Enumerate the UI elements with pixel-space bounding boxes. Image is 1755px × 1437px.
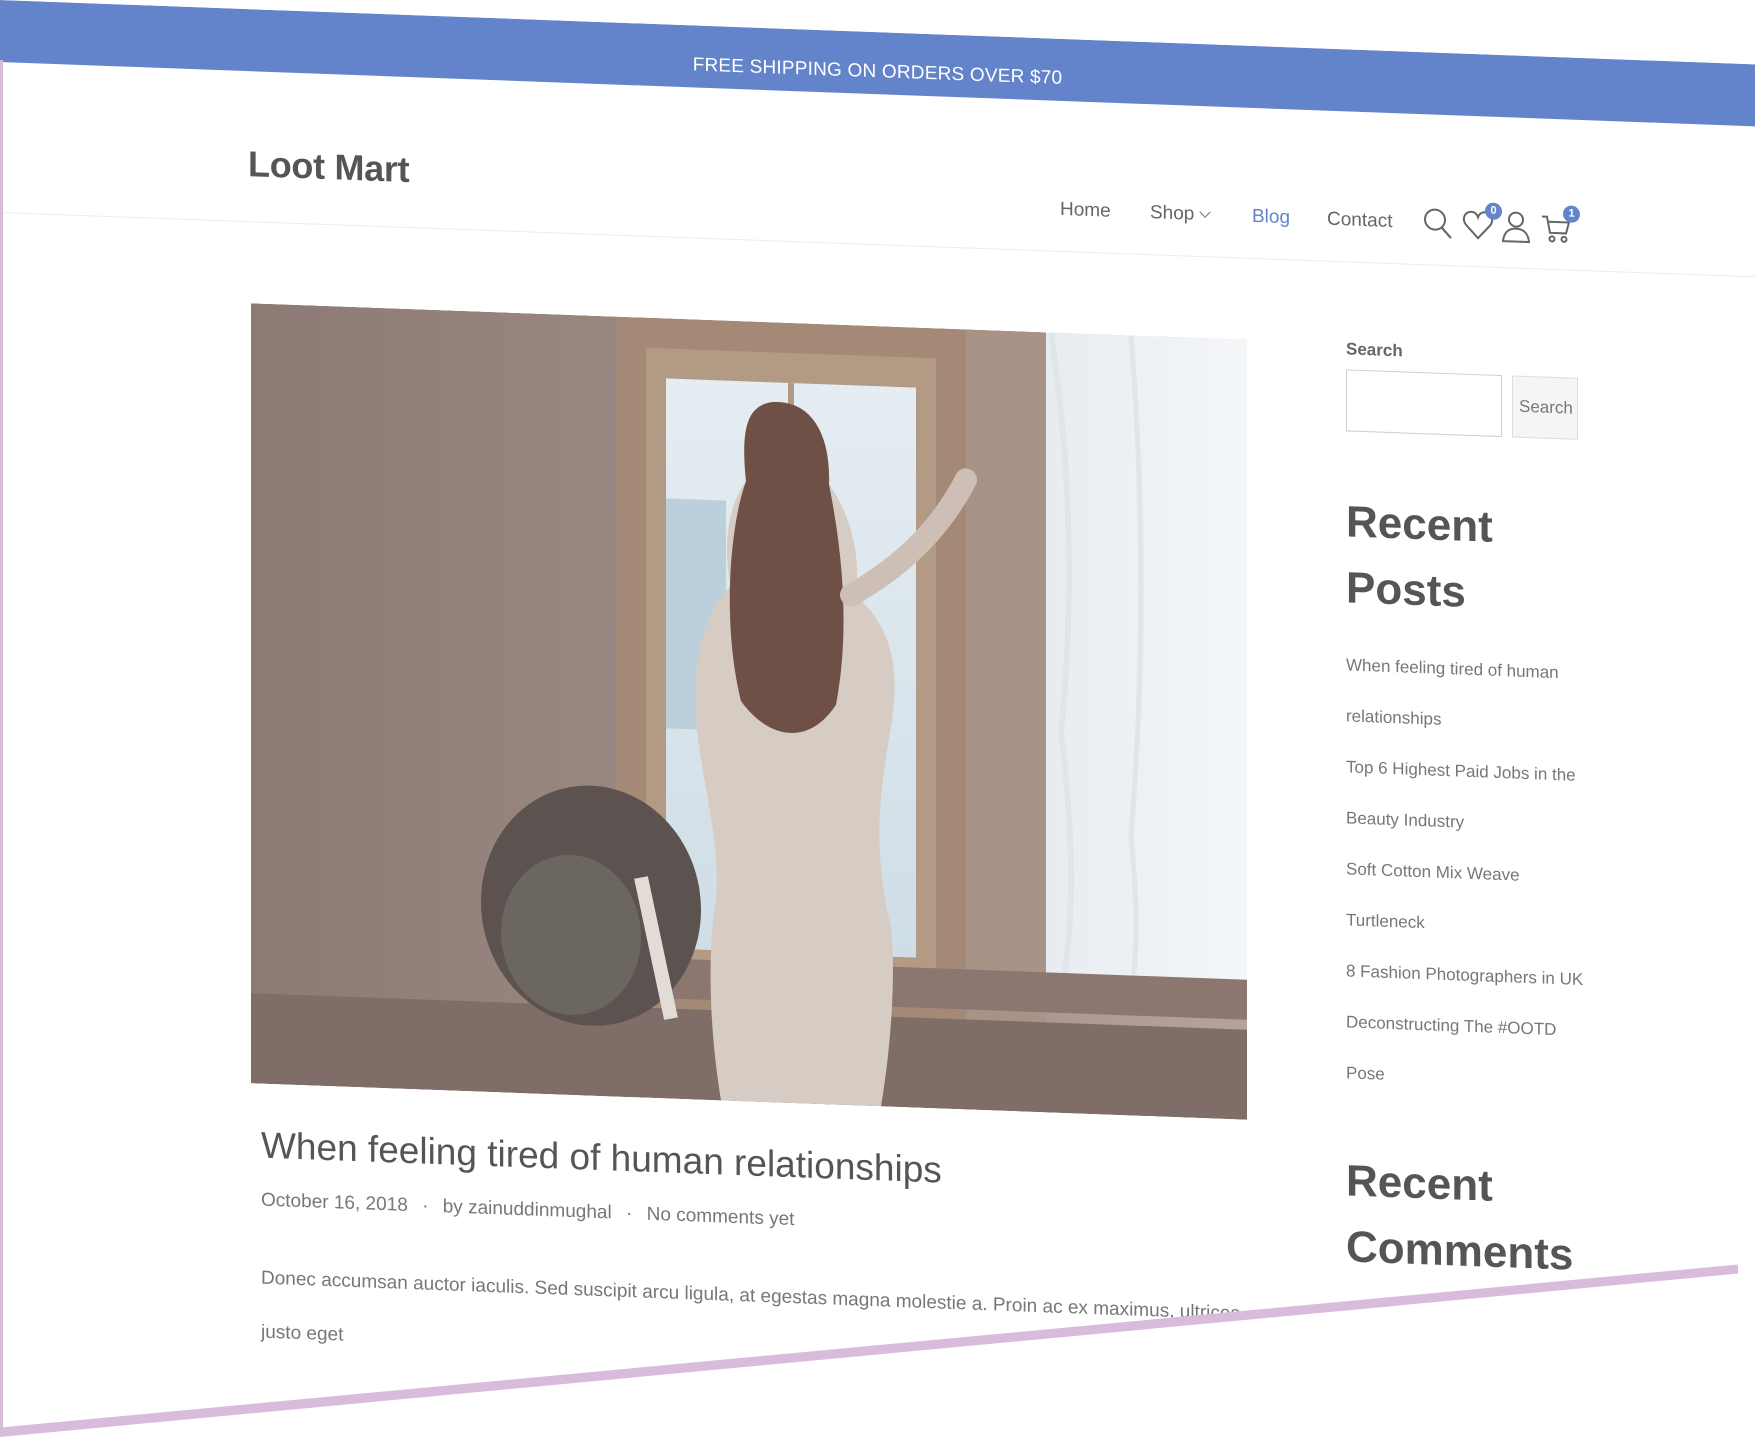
screenshot-stage: FREE SHIPPING ON ORDERS OVER $70 Loot Ma… (0, 0, 1755, 1437)
nav-shop-label: Shop (1150, 202, 1195, 225)
user-icon[interactable] (1500, 209, 1532, 244)
comment-on-text: on (1432, 1318, 1452, 1339)
recent-comments-title: Recent Comments (1346, 1148, 1586, 1289)
recent-post-link[interactable]: When feeling tired of human (1346, 639, 1586, 699)
meta-separator: · (626, 1202, 633, 1225)
recent-comments-title-line: Recent (1346, 1156, 1493, 1211)
recent-post-title-line: 8 Fashion Photographers in UK (1346, 961, 1584, 990)
nav-home-label: Home (1060, 198, 1111, 222)
featured-image-art (251, 303, 1247, 1120)
chevron-down-icon (1199, 206, 1212, 218)
recent-post-link[interactable]: Soft Cotton Mix Weave Turtleneck (1346, 843, 1586, 954)
nav-blog-label: Blog (1252, 205, 1291, 229)
search-button[interactable]: Search (1512, 375, 1578, 440)
search-input[interactable] (1346, 369, 1502, 438)
nav-home[interactable]: Home (1060, 199, 1111, 223)
post-excerpt: Donec accumsan auctor iaculis. Sed susci… (261, 1267, 1240, 1346)
recent-post-link[interactable]: Deconstructing The #OOTD Pose (1346, 996, 1586, 1107)
comment-post-link[interactable]: Front Illustration (1456, 1319, 1578, 1342)
nav-blog[interactable]: Blog (1252, 206, 1290, 229)
announcement-text: FREE SHIPPING ON ORDERS OVER $70 (692, 54, 1063, 89)
recent-posts-list: When feeling tired of human relationship… (1346, 639, 1586, 1107)
recent-post-link[interactable]: relationships (1346, 690, 1586, 750)
search-icon[interactable] (1422, 206, 1454, 241)
recent-comments-title-line: Comments (1346, 1222, 1574, 1280)
post-title[interactable]: When feeling tired of human relationship… (261, 1125, 942, 1192)
post-author[interactable]: by zainuddinmughal (443, 1196, 612, 1223)
cart-count-badge: 1 (1563, 205, 1580, 223)
post-date[interactable]: October 16, 2018 (261, 1190, 408, 1216)
recent-posts-title: Recent Posts (1346, 497, 1493, 617)
post-meta: October 16, 2018 · by zainuddinmughal · … (261, 1190, 794, 1232)
recent-post-link[interactable]: Beauty Industry (1346, 792, 1586, 852)
recent-comment-item: T-Shirt (1366, 1353, 1586, 1415)
post-comments[interactable]: No comments yet (647, 1204, 795, 1230)
recent-post-link[interactable]: 8 Fashion Photographers in UK (1346, 945, 1586, 1005)
recent-post-title-line: When feeling tired of human (1346, 655, 1559, 683)
featured-image[interactable] (251, 303, 1247, 1120)
meta-separator: · (422, 1195, 429, 1217)
comment-post-link[interactable]: T-Shirt (1366, 1370, 1416, 1391)
page: FREE SHIPPING ON ORDERS OVER $70 Loot Ma… (0, 0, 1755, 1437)
recent-comment-item: woostify on Front Illustration (1366, 1299, 1586, 1361)
recent-post-title-line: Soft Cotton Mix Weave Turtleneck (1346, 859, 1520, 933)
sidebar: Search Search Recent Posts When feeling … (1346, 339, 1586, 1415)
cart-button[interactable]: 1 (1540, 205, 1580, 245)
recent-comments-list: woostify on Front Illustration T-Shirt (1346, 1298, 1586, 1415)
recent-post-title-line: Beauty Industry (1346, 808, 1465, 832)
nav-contact-label: Contact (1327, 208, 1393, 233)
search-form: Search (1346, 369, 1586, 440)
recent-post-title-line: Top 6 Highest Paid Jobs in the (1346, 757, 1576, 785)
wishlist-button[interactable]: 0 (1462, 202, 1502, 243)
nav-contact[interactable]: Contact (1327, 209, 1392, 233)
recent-post-link[interactable]: Top 6 Highest Paid Jobs in the (1346, 741, 1586, 801)
search-label: Search (1346, 339, 1403, 361)
comment-author-link[interactable]: woostify (1366, 1316, 1427, 1337)
nav-shop[interactable]: Shop (1150, 202, 1212, 226)
recent-post-title-line: relationships (1346, 706, 1442, 729)
site-logo[interactable]: Loot Mart (248, 143, 409, 191)
recent-post-title-line: Deconstructing The #OOTD Pose (1346, 1012, 1557, 1084)
